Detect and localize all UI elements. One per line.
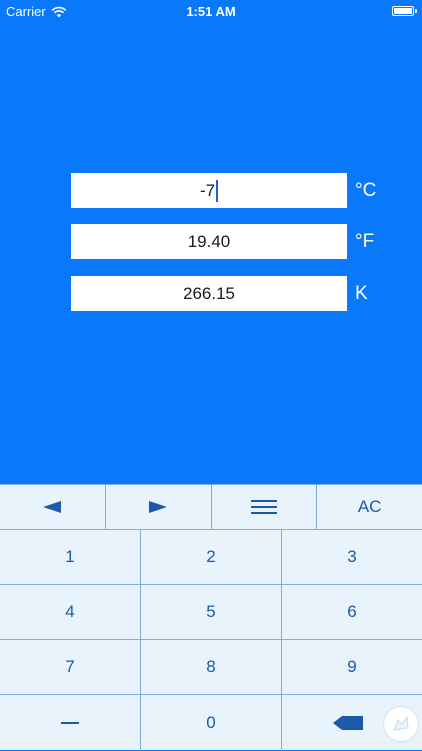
key-6[interactable]: 6 [282, 585, 422, 639]
left-arrow-icon [43, 501, 62, 513]
key-7[interactable]: 7 [0, 640, 141, 694]
minus-icon [61, 722, 79, 724]
text-caret [216, 179, 219, 202]
battery-icon [392, 6, 417, 16]
keypad-control-row: AC [0, 485, 422, 530]
celsius-value: -7 [199, 180, 216, 200]
keyboard-hide-icon [393, 715, 409, 731]
fahrenheit-row: 19.40 °F [71, 224, 411, 259]
fahrenheit-input[interactable]: 19.40 [71, 224, 347, 259]
key-4[interactable]: 4 [0, 585, 141, 639]
key-3[interactable]: 3 [282, 530, 422, 584]
fahrenheit-value: 19.40 [187, 231, 231, 251]
celsius-row: -7 °C [71, 173, 411, 208]
keypad-row-3: 7 8 9 [0, 640, 422, 695]
status-bar: Carrier 1:51 AM [0, 0, 422, 24]
numeric-keypad: AC 1 2 3 4 5 6 7 8 9 0 [0, 484, 422, 751]
cursor-right-button[interactable] [106, 485, 212, 529]
minus-button[interactable] [0, 695, 141, 751]
keypad-row-2: 4 5 6 [0, 585, 422, 640]
fahrenheit-unit-label: °F [355, 230, 375, 252]
cursor-left-button[interactable] [0, 485, 106, 529]
keyboard-hide-button[interactable] [384, 707, 418, 741]
key-9[interactable]: 9 [282, 640, 422, 694]
celsius-input[interactable]: -7 [71, 173, 347, 208]
keypad-row-4: 0 [0, 695, 422, 751]
backspace-button[interactable] [282, 695, 422, 751]
key-8[interactable]: 8 [141, 640, 282, 694]
kelvin-value: 266.15 [183, 283, 235, 303]
menu-button[interactable] [212, 485, 318, 529]
menu-icon [250, 500, 277, 514]
all-clear-button[interactable]: AC [317, 485, 422, 529]
key-5[interactable]: 5 [141, 585, 282, 639]
key-0[interactable]: 0 [141, 695, 282, 751]
status-time: 1:51 AM [186, 4, 236, 19]
right-arrow-icon [149, 501, 168, 513]
celsius-unit-label: °C [355, 179, 377, 201]
kelvin-input[interactable]: 266.15 [71, 276, 347, 311]
key-2[interactable]: 2 [141, 530, 282, 584]
key-1[interactable]: 1 [0, 530, 141, 584]
kelvin-row: 266.15 K [71, 276, 411, 311]
kelvin-unit-label: K [355, 282, 368, 304]
backspace-icon [333, 716, 363, 730]
keypad-row-1: 1 2 3 [0, 530, 422, 585]
